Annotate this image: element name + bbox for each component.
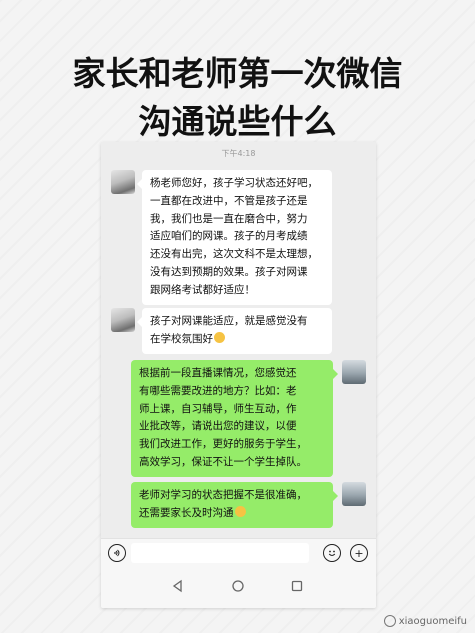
back-icon[interactable] xyxy=(171,579,185,593)
message-bubble-parent-2[interactable]: 老师对学习的状态把握不是很准确， 还需要家长及时沟通 xyxy=(131,482,338,528)
message-bubble-parent-1[interactable]: 根据前一段直播课情况，您感觉还 有哪些需要改进的地方？比如：老 师上课，自习辅导… xyxy=(131,360,338,477)
message-line: 我，我们也是一直在磨合中，努力 xyxy=(150,212,308,225)
message-line: 跟网络考试都好适应！ xyxy=(150,283,255,296)
message-bubble-teacher-1[interactable]: 杨老师您好，孩子学习状态还好吧， 一直都在改进中，不管是孩子还是 我，我们也是一… xyxy=(137,170,332,305)
message-line: 师上课，自习辅导，师生互动，作 xyxy=(139,402,297,415)
voice-wave-icon xyxy=(114,549,120,557)
message-line: 适应咱们的网课。孩子的月考成绩 xyxy=(150,230,308,243)
message-line: 孩子对网课能适应，就是感觉没有 xyxy=(150,315,308,327)
parent-avatar[interactable] xyxy=(342,360,366,384)
message-line: 老师对学习的状态把握不是很准确， xyxy=(139,489,307,501)
smile-emoji-icon xyxy=(234,505,246,517)
message-line-with-emoji: 在学校氛围好 xyxy=(150,331,324,349)
watermark: xiaoguomeifu xyxy=(383,615,467,627)
message-line: 业批改等，请说出您的建议，以便 xyxy=(139,420,297,433)
message-input[interactable] xyxy=(131,543,309,563)
message-line: 根据前一段直播课情况，您感觉还 xyxy=(139,367,297,379)
message-line: 还没有出完，这次文科不是太理想， xyxy=(150,248,318,261)
message-line: 我们改进工作，更好的服务于学生， xyxy=(139,438,307,451)
recent-apps-icon[interactable] xyxy=(290,579,304,593)
sweat-smile-emoji-icon xyxy=(214,331,225,343)
headline-line-2: 沟通说些什么 xyxy=(138,102,337,141)
parent-avatar[interactable] xyxy=(342,482,366,506)
teacher-avatar[interactable] xyxy=(111,308,135,332)
phone-screenshot: 下午4:18 杨老师您好，孩子学习状态还好吧， 一直都在改进中，不管是孩子还是 … xyxy=(101,142,376,608)
plus-button[interactable]: + xyxy=(350,544,368,562)
message-line: 有哪些需要改进的地方？比如：老 xyxy=(139,384,297,397)
home-icon[interactable] xyxy=(231,579,245,593)
emoji-icon[interactable] xyxy=(323,544,341,562)
message-line: 高效学习，保证不让一个学生掉队。 xyxy=(139,455,307,468)
headline-line-1: 家长和老师第一次微信 xyxy=(72,54,403,93)
headline: 家长和老师第一次微信 沟通说些什么 xyxy=(0,50,475,146)
watermark-text: xiaoguomeifu xyxy=(398,615,467,627)
system-navigation-bar xyxy=(101,566,376,608)
chat-input-bar: + xyxy=(101,538,376,566)
message-time: 下午4:18 xyxy=(221,149,256,158)
message-line: 没有达到预期的效果。孩子对网课 xyxy=(150,265,308,278)
message-line-with-emoji: 还需要家长及时沟通 xyxy=(139,505,325,523)
message-line: 还需要家长及时沟通 xyxy=(139,506,234,519)
message-line: 杨老师您好，孩子学习状态还好吧， xyxy=(150,177,318,189)
message-line: 一直都在改进中，不管是孩子还是 xyxy=(150,194,308,207)
voice-icon[interactable] xyxy=(108,544,126,562)
smiley-face-icon xyxy=(328,550,336,557)
message-line: 在学校氛围好 xyxy=(150,332,213,345)
teacher-avatar[interactable] xyxy=(111,170,135,194)
message-bubble-teacher-2[interactable]: 孩子对网课能适应，就是感觉没有 在学校氛围好 xyxy=(137,308,332,354)
watermark-logo-icon xyxy=(383,615,396,627)
